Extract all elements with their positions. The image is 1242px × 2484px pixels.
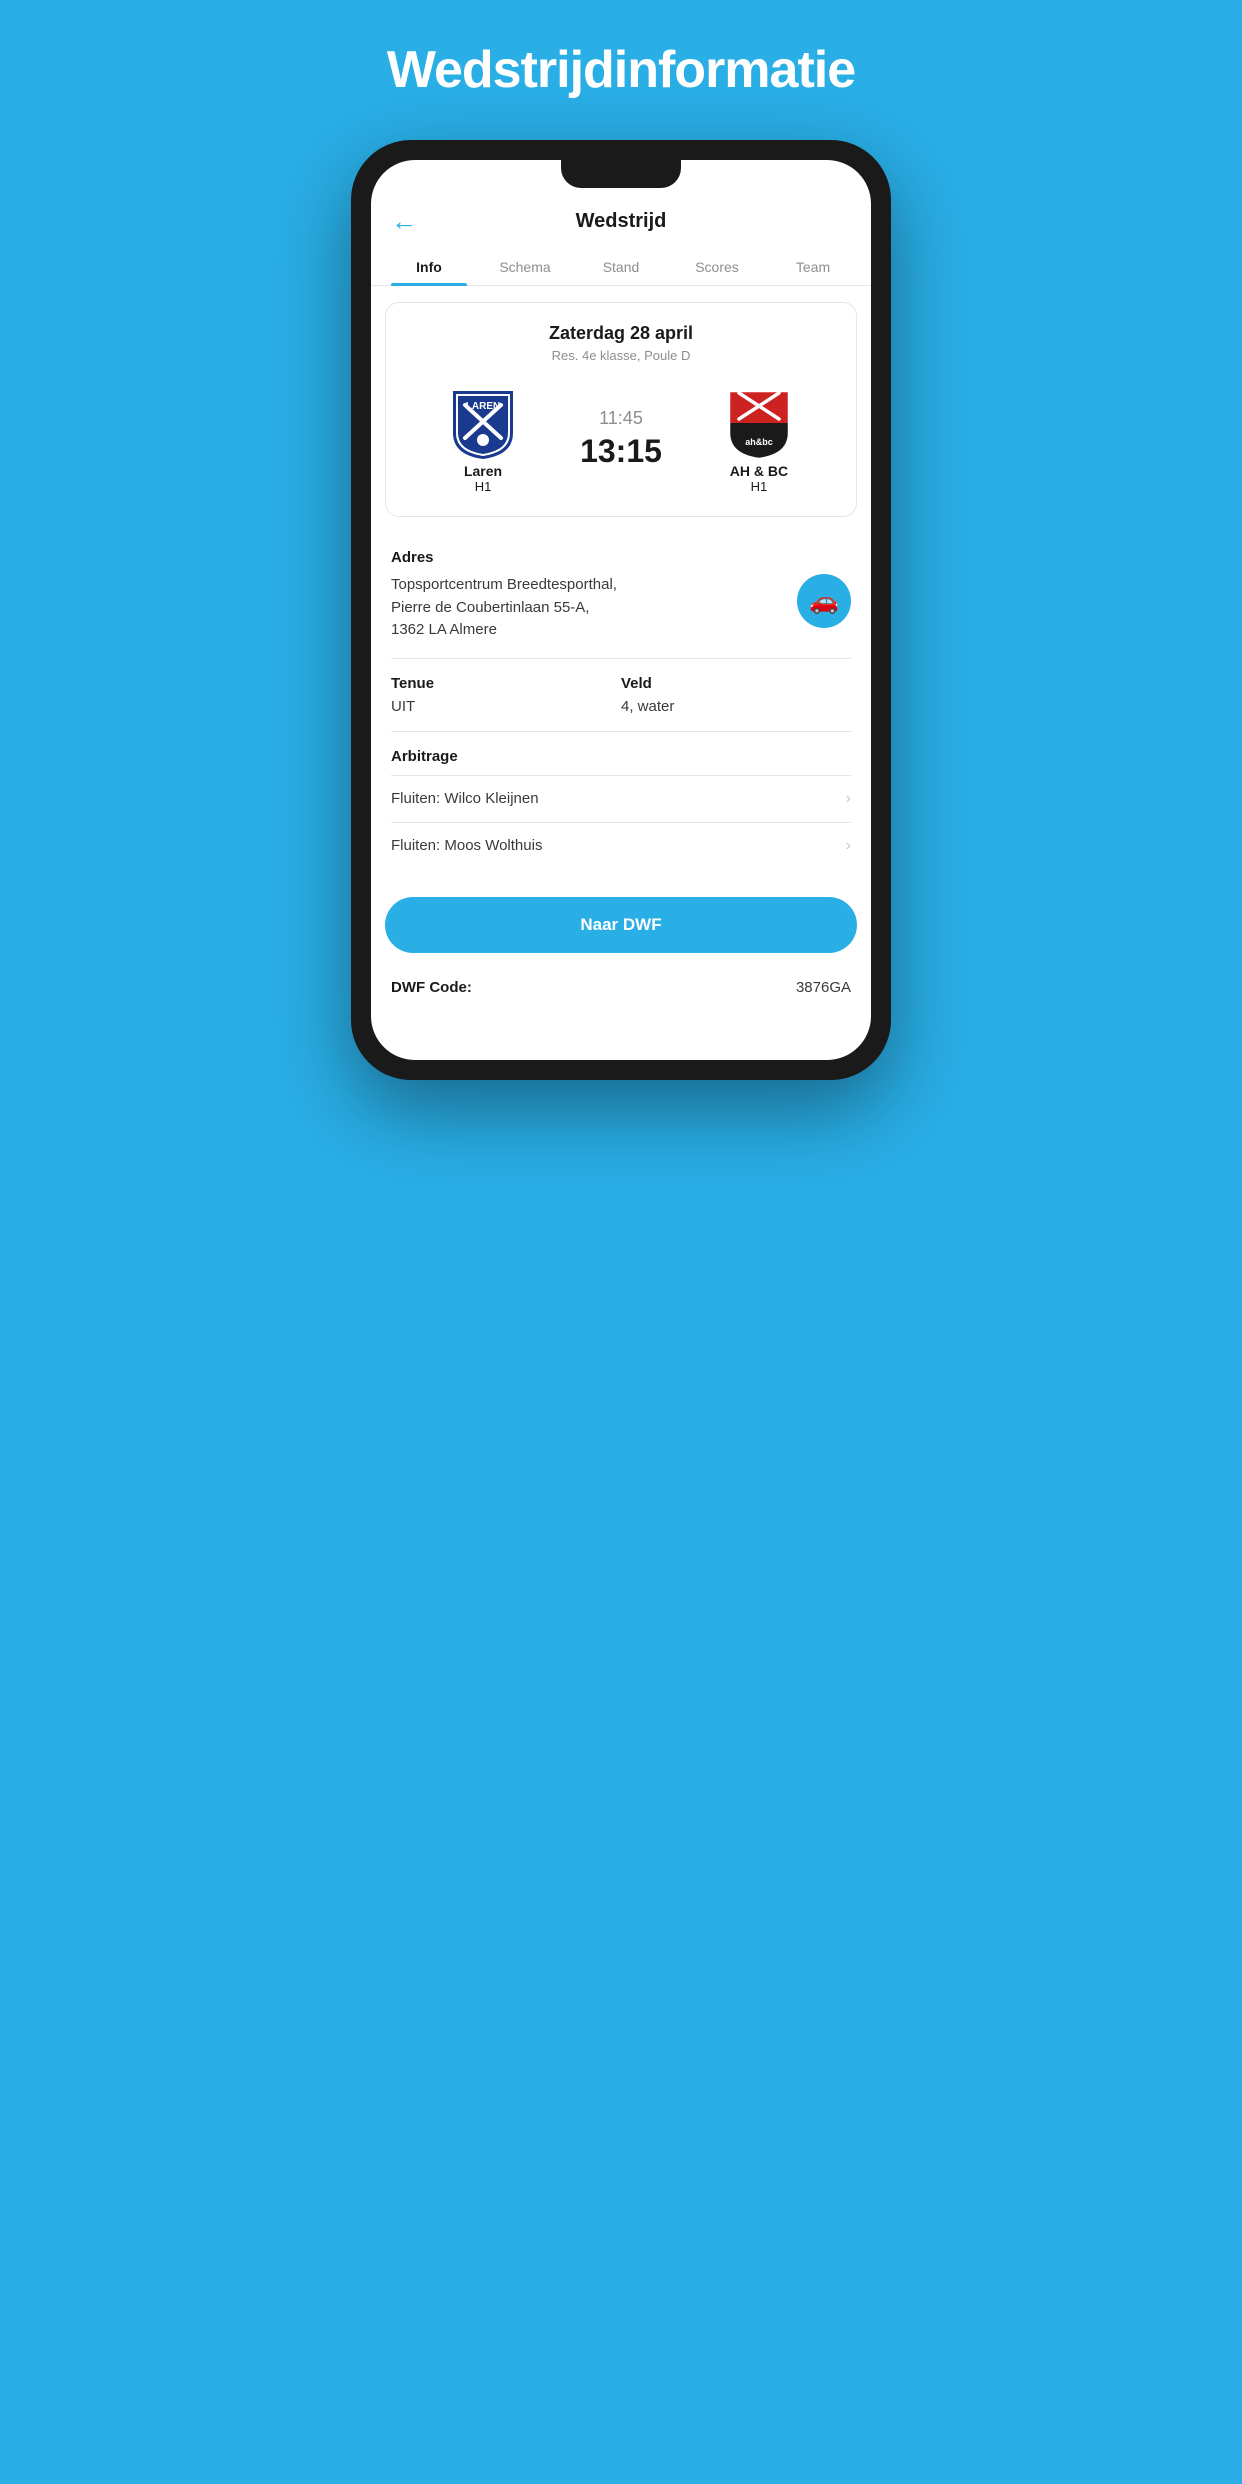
away-team-sub: H1 (751, 479, 768, 494)
match-card: Zaterdag 28 april Res. 4e klasse, Poule … (385, 302, 857, 517)
score-main-time: 13:15 (580, 433, 662, 470)
tab-schema[interactable]: Schema (477, 249, 573, 285)
dwf-label: Naar DWF (580, 915, 661, 934)
dwf-code-value: 3876GA (796, 979, 851, 996)
app-header: ← Wedstrijd (371, 188, 871, 249)
tenue-value: UIT (391, 698, 621, 715)
arbitrage-item-0[interactable]: Fluiten: Wilco Kleijnen › (391, 775, 851, 822)
map-button[interactable]: 🚗 (797, 574, 851, 628)
arbitrage-label: Arbitrage (391, 748, 851, 765)
dwf-button[interactable]: Naar DWF (385, 897, 857, 953)
away-team: ah&bc AH & BC H1 (694, 383, 824, 494)
chevron-icon-1: › (846, 837, 851, 855)
tab-info[interactable]: Info (381, 249, 477, 285)
car-icon: 🚗 (809, 587, 839, 616)
page-title: Wedstrijdinformatie (387, 40, 855, 100)
match-date: Zaterdag 28 april (402, 323, 840, 344)
svg-text:ah&bc: ah&bc (745, 437, 773, 447)
tab-team[interactable]: Team (765, 249, 861, 285)
tabs-bar: Info Schema Stand Scores Team (371, 249, 871, 286)
arbitrage-section: Arbitrage Fluiten: Wilco Kleijnen › Flui… (371, 732, 871, 877)
tenue-label: Tenue (391, 675, 621, 692)
match-league: Res. 4e klasse, Poule D (402, 348, 840, 363)
tab-stand[interactable]: Stand (573, 249, 669, 285)
tenue-col: Tenue UIT (391, 675, 621, 715)
notch (561, 160, 681, 188)
app-content: ← Wedstrijd Info Schema Stand Scores Tea… (371, 160, 871, 1060)
laren-logo: LAREN (443, 383, 523, 463)
home-team-sub: H1 (475, 479, 492, 494)
header-title: Wedstrijd (576, 210, 667, 233)
tab-scores[interactable]: Scores (669, 249, 765, 285)
chevron-icon-0: › (846, 790, 851, 808)
match-teams: LAREN Laren H1 11:45 13:15 (402, 383, 840, 494)
score-preliminary-time: 11:45 (599, 408, 643, 429)
home-team-name: Laren (464, 463, 502, 479)
home-team: LAREN Laren H1 (418, 383, 548, 494)
svg-text:LAREN: LAREN (466, 401, 500, 412)
ahbc-logo: ah&bc (719, 383, 799, 463)
arbitrage-item-1[interactable]: Fluiten: Moos Wolthuis › (391, 822, 851, 869)
phone-frame: ← Wedstrijd Info Schema Stand Scores Tea… (351, 140, 891, 1080)
away-team-name: AH & BC (730, 463, 788, 479)
arbitrage-name-1: Fluiten: Moos Wolthuis (391, 837, 542, 854)
dwf-code-row: DWF Code: 3876GA (371, 967, 871, 1016)
veld-label: Veld (621, 675, 851, 692)
back-button[interactable]: ← (391, 206, 417, 237)
veld-col: Veld 4, water (621, 675, 851, 715)
address-text: Topsportcentrum Breedtesporthal, Pierre … (391, 574, 797, 642)
phone-screen: ← Wedstrijd Info Schema Stand Scores Tea… (371, 160, 871, 1060)
arbitrage-name-0: Fluiten: Wilco Kleijnen (391, 790, 539, 807)
score-area: 11:45 13:15 (580, 408, 662, 470)
tenue-veld-row: Tenue UIT Veld 4, water (371, 659, 871, 731)
address-label: Adres (391, 549, 851, 566)
address-section: Adres Topsportcentrum Breedtesporthal, P… (371, 533, 871, 658)
veld-value: 4, water (621, 698, 851, 715)
address-row: Topsportcentrum Breedtesporthal, Pierre … (391, 574, 851, 642)
dwf-code-label: DWF Code: (391, 979, 472, 996)
